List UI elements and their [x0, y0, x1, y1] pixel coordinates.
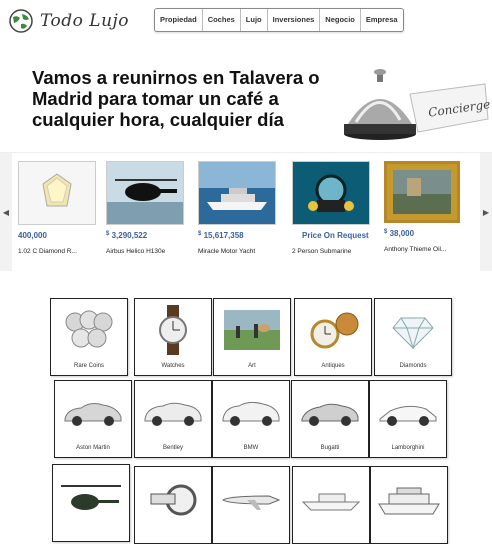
item-title: Miracle Motor Yacht	[198, 248, 256, 255]
carousel-next-button[interactable]: ▶	[480, 153, 492, 271]
car-icon	[376, 387, 440, 437]
yacht-icon	[299, 473, 363, 523]
category-tile-bugatti[interactable]: Bugatti	[291, 380, 369, 458]
category-label: Rare Coins	[73, 363, 104, 369]
item-price: $ 38,000	[384, 229, 415, 238]
item-price: $ 3,290,522	[106, 231, 148, 240]
car-icon	[298, 387, 362, 437]
carousel-item[interactable]: $ 38,000 Anthony Thieme Oil...	[384, 161, 468, 253]
jet-icon	[219, 473, 283, 523]
item-title: Anthony Thieme Oil...	[384, 246, 447, 253]
concierge-bell-image: Concierge	[344, 69, 490, 140]
hero-line: cualquier hora, cualquier día	[32, 109, 284, 130]
category-tile-cruise-ship[interactable]	[370, 466, 448, 544]
item-title: Airbus Helico H130e	[106, 248, 166, 255]
brand-logo[interactable]: Todo Lujo	[8, 8, 129, 34]
carousel-item[interactable]: Price On Request 2 Person Submarine	[292, 161, 376, 255]
category-tile-aston-martin[interactable]: Aston Martin	[54, 380, 132, 458]
nav-empresa[interactable]: Empresa	[361, 9, 403, 31]
yacht-image	[198, 161, 276, 225]
chevron-right-icon: ▶	[482, 207, 490, 217]
category-tile-helicopter[interactable]	[52, 464, 130, 542]
item-price: 400,000	[18, 231, 47, 240]
car-icon	[141, 387, 205, 437]
car-icon	[61, 387, 125, 437]
carousel-item[interactable]: $ 15,617,358 Miracle Motor Yacht	[198, 161, 282, 255]
submarine-image	[292, 161, 370, 225]
item-title: 2 Person Submarine	[292, 248, 352, 255]
coins-icon	[57, 305, 121, 355]
brand-name: Todo Lujo	[40, 11, 130, 31]
diamond-icon	[381, 305, 445, 355]
category-label: Antiques	[321, 363, 345, 369]
nav-propiedad[interactable]: Propiedad	[155, 9, 203, 31]
main-nav: Propiedad Coches Lujo Inversiones Negoci…	[154, 8, 404, 32]
item-title: 1.02 C Diamond R...	[18, 248, 77, 255]
category-label: Bentley	[162, 445, 183, 451]
category-label: BMW	[243, 445, 259, 451]
chevron-left-icon: ◀	[2, 207, 10, 217]
diamond-ring-image	[18, 161, 96, 225]
nav-coches[interactable]: Coches	[203, 9, 241, 31]
helicopter-icon	[59, 471, 123, 521]
nav-negocio[interactable]: Negocio	[320, 9, 361, 31]
nav-inversiones[interactable]: Inversiones	[268, 9, 321, 31]
category-tile-diamonds[interactable]: Diamonds	[374, 298, 452, 376]
car-icon	[219, 387, 283, 437]
header: Todo Lujo Propiedad Coches Lujo Inversio…	[0, 0, 492, 44]
category-label: Bugatti	[320, 445, 340, 451]
hero-line: Madrid para tomar un café a	[32, 88, 279, 109]
category-tile-bmw[interactable]: BMW	[212, 380, 290, 458]
nav-lujo[interactable]: Lujo	[241, 9, 268, 31]
category-tile-watches[interactable]: Watches	[134, 298, 212, 376]
hero-banner: Vamos a reunirnos en Talavera o Madrid p…	[0, 50, 492, 146]
motorcycle-icon	[141, 473, 205, 523]
carousel-item[interactable]: 400,000 1.02 C Diamond R...	[18, 161, 102, 255]
cruise-ship-icon	[377, 473, 441, 523]
category-label: Art	[248, 363, 256, 369]
helicopter-image	[106, 161, 184, 225]
category-tile-art[interactable]: Art	[213, 298, 291, 376]
watch-icon	[141, 305, 205, 355]
category-tile-bentley[interactable]: Bentley	[134, 380, 212, 458]
category-label: Lamborghini	[391, 445, 425, 451]
carousel-prev-button[interactable]: ◀	[0, 153, 12, 271]
globe-logo-icon	[9, 9, 33, 33]
oil-painting-image	[384, 161, 460, 223]
category-tile-yacht[interactable]	[292, 466, 370, 544]
category-label: Diamonds	[399, 363, 427, 369]
category-tile-antiques[interactable]: Antiques	[294, 298, 372, 376]
category-tile-motorcycle[interactable]	[134, 466, 212, 544]
category-label: Aston Martin	[76, 445, 110, 451]
pocket-watch-icon	[301, 305, 365, 355]
category-tile-rare-coins[interactable]: Rare Coins	[50, 298, 128, 376]
category-tile-jet[interactable]	[212, 466, 290, 544]
painting-icon	[220, 305, 284, 355]
item-price: $ 15,617,358	[198, 231, 244, 240]
hero-headline: Vamos a reunirnos en Talavera o Madrid p…	[32, 67, 342, 130]
item-price: Price On Request	[302, 231, 369, 240]
category-label: Watches	[161, 363, 185, 369]
hero-line: Vamos a reunirnos en Talavera o	[32, 67, 320, 88]
featured-carousel: ◀ ▶ 400,000 1.02 C Diamond R... $ 3,290,…	[0, 152, 492, 275]
carousel-item[interactable]: $ 3,290,522 Airbus Helico H130e	[106, 161, 190, 255]
category-tile-lamborghini[interactable]: Lamborghini	[369, 380, 447, 458]
